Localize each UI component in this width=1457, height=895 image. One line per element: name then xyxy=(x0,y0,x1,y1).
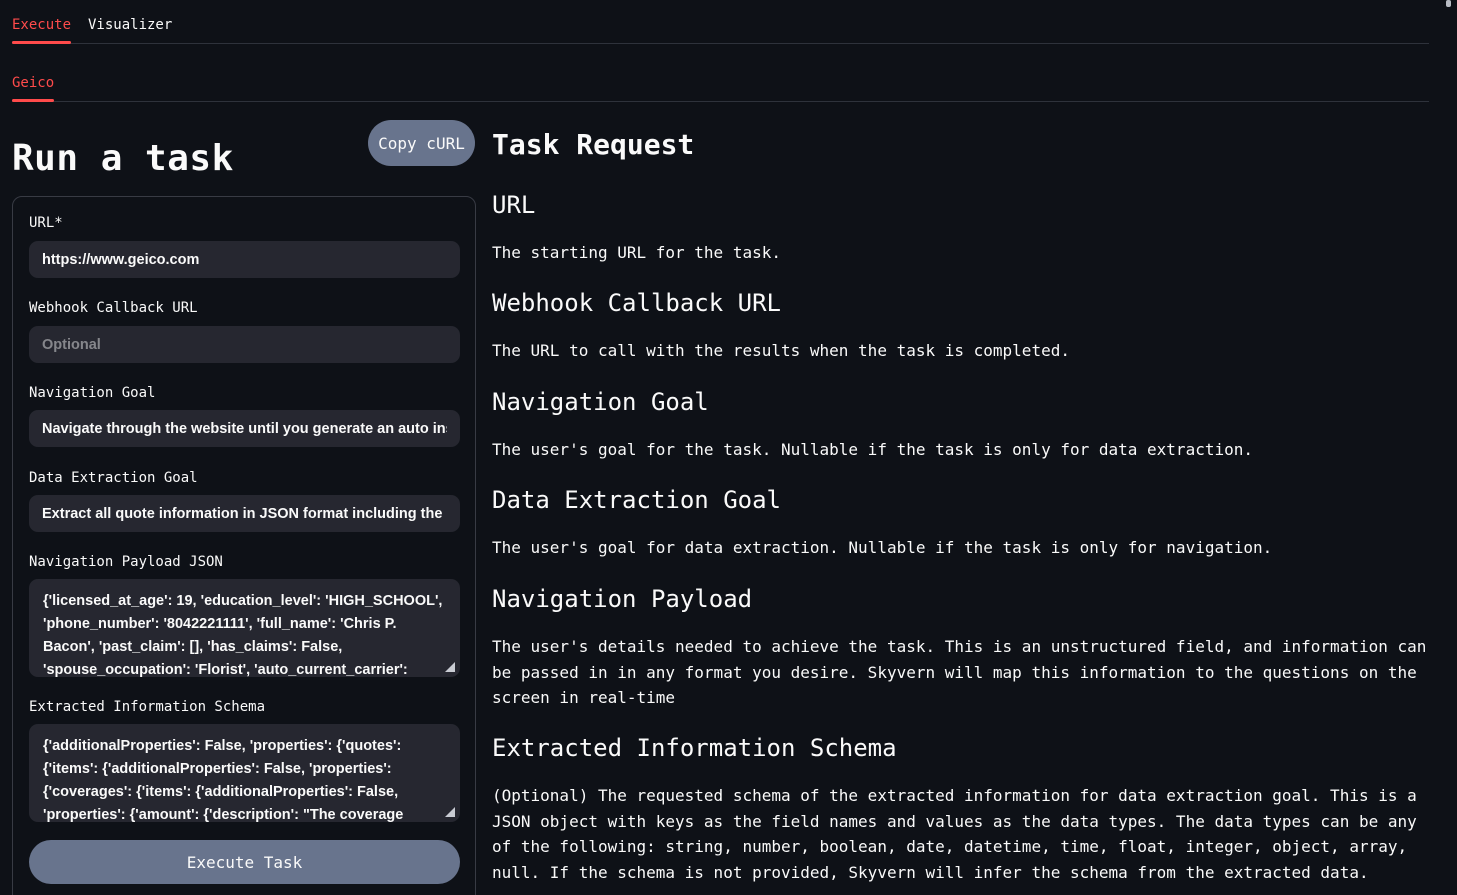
doc-section-extracted-schema: Extracted Information Schema (Optional) … xyxy=(492,733,1432,885)
doc-heading-navigation-goal: Navigation Goal xyxy=(492,387,1432,417)
data-extraction-goal-label: Data Extraction Goal xyxy=(29,470,198,487)
subtab-bar-divider xyxy=(12,101,1429,102)
copy-curl-button[interactable]: Copy cURL xyxy=(368,120,475,166)
doc-body-navigation-goal: The user's goal for the task. Nullable i… xyxy=(492,437,1432,463)
tab-geico[interactable]: Geico xyxy=(12,73,54,93)
task-request-title: Task Request xyxy=(492,128,694,162)
doc-body-webhook: The URL to call with the results when th… xyxy=(492,338,1432,364)
doc-body-extracted-schema: (Optional) The requested schema of the e… xyxy=(492,783,1432,885)
execute-task-button[interactable]: Execute Task xyxy=(29,840,460,884)
tab-execute[interactable]: Execute xyxy=(12,15,71,35)
doc-body-navigation-payload: The user's details needed to achieve the… xyxy=(492,634,1432,711)
data-extraction-goal-input[interactable] xyxy=(29,495,460,532)
scrollbar-thumb[interactable] xyxy=(1446,0,1451,7)
active-subtab-underline xyxy=(12,99,54,102)
webhook-field-label: Webhook Callback URL xyxy=(29,300,198,317)
active-tab-underline xyxy=(12,41,71,44)
webhook-callback-url-input[interactable] xyxy=(29,326,460,363)
doc-heading-navigation-payload: Navigation Payload xyxy=(492,584,1432,614)
navigation-payload-label: Navigation Payload JSON xyxy=(29,554,223,571)
url-input[interactable] xyxy=(29,241,460,278)
page-title: Run a task xyxy=(12,137,234,181)
doc-section-navigation-goal: Navigation Goal The user's goal for the … xyxy=(492,387,1432,463)
navigation-goal-input[interactable] xyxy=(29,410,460,447)
doc-body-url: The starting URL for the task. xyxy=(492,240,1432,266)
doc-section-data-extraction-goal: Data Extraction Goal The user's goal for… xyxy=(492,485,1432,561)
doc-heading-extracted-schema: Extracted Information Schema xyxy=(492,733,1432,763)
doc-body-data-extraction-goal: The user's goal for data extraction. Nul… xyxy=(492,535,1432,561)
doc-section-webhook: Webhook Callback URL The URL to call wit… xyxy=(492,288,1432,364)
doc-heading-data-extraction-goal: Data Extraction Goal xyxy=(492,485,1432,515)
doc-heading-webhook: Webhook Callback URL xyxy=(492,288,1432,318)
resize-handle-icon[interactable] xyxy=(445,807,455,817)
doc-heading-url: URL xyxy=(492,190,1432,220)
doc-section-url: URL The starting URL for the task. xyxy=(492,190,1432,266)
navigation-goal-label: Navigation Goal xyxy=(29,385,155,402)
navigation-payload-wrapper: {'licensed_at_age': 19, 'education_level… xyxy=(29,579,460,677)
resize-handle-icon[interactable] xyxy=(445,662,455,672)
extracted-schema-textarea[interactable]: {'additionalProperties': False, 'propert… xyxy=(29,724,460,822)
doc-section-navigation-payload: Navigation Payload The user's details ne… xyxy=(492,584,1432,711)
tab-visualizer[interactable]: Visualizer xyxy=(88,15,172,35)
tab-bar-divider xyxy=(12,43,1429,44)
extracted-schema-label: Extracted Information Schema xyxy=(29,699,265,716)
navigation-payload-textarea[interactable]: {'licensed_at_age': 19, 'education_level… xyxy=(29,579,460,677)
url-field-label: URL* xyxy=(29,215,63,232)
extracted-schema-wrapper: {'additionalProperties': False, 'propert… xyxy=(29,724,460,822)
